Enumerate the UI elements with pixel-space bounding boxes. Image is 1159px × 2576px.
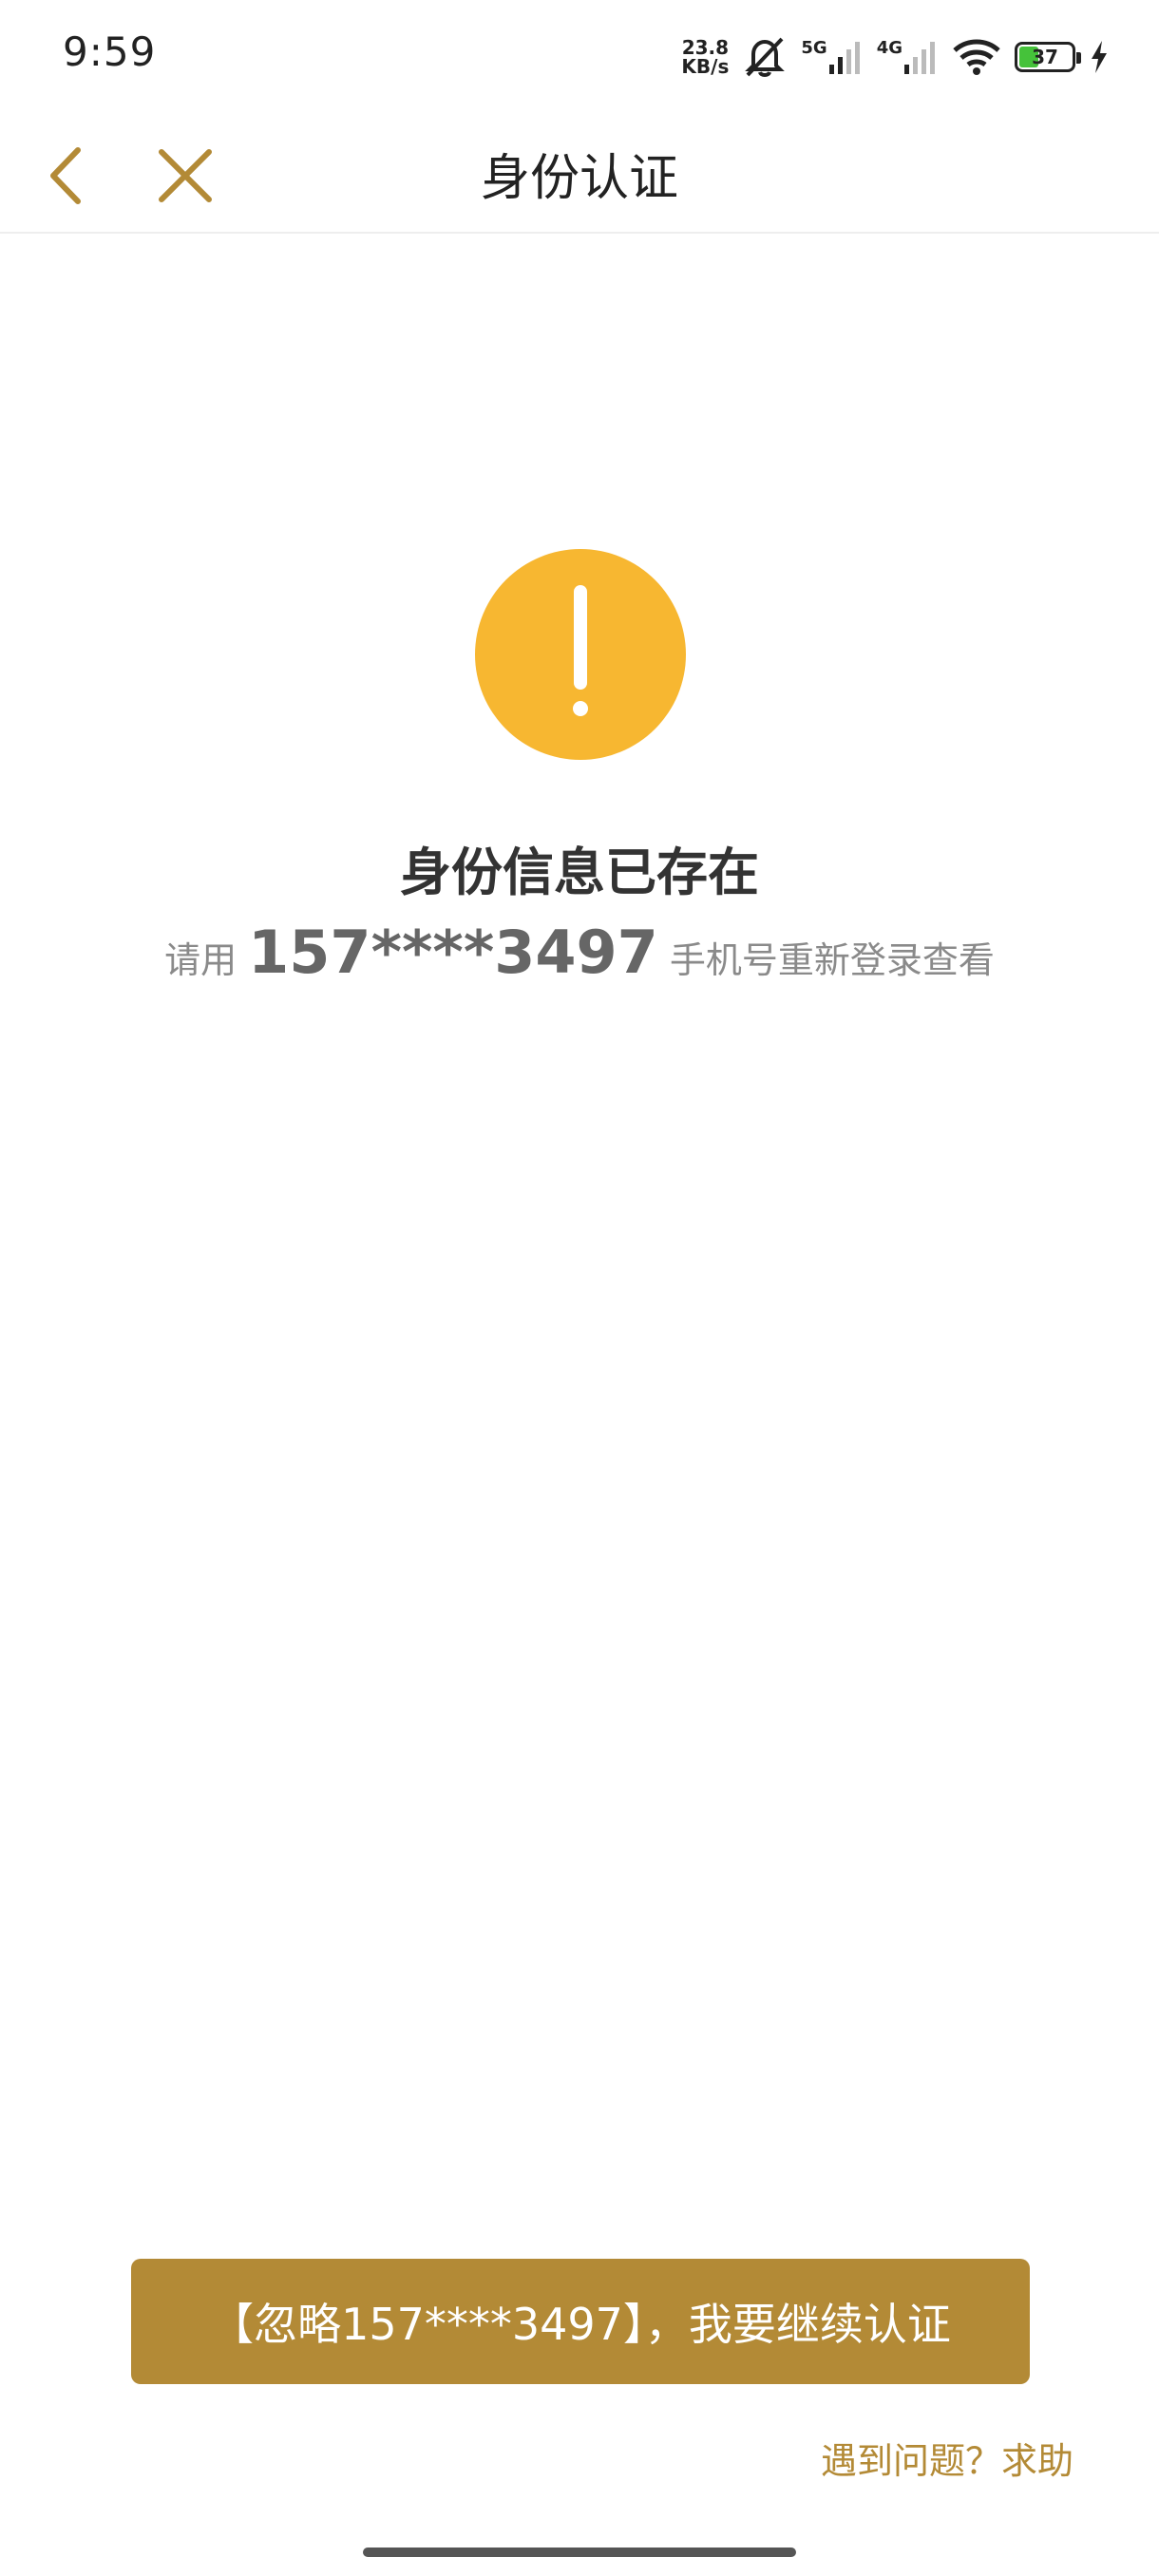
exclamation-bar — [574, 585, 587, 690]
battery-icon: 37 — [1015, 42, 1081, 72]
network-speed-value: 23.8 — [681, 36, 730, 59]
hint-phone-number: 157****3497 — [248, 918, 658, 987]
wifi-icon — [952, 38, 1001, 76]
status-time: 9:59 — [63, 28, 157, 75]
result-title: 身份信息已存在 — [400, 843, 759, 902]
page-title: 身份认证 — [480, 149, 678, 207]
mute-bell-icon — [742, 35, 788, 79]
charging-icon — [1089, 40, 1110, 74]
signal-4g-icon: 4G — [877, 38, 939, 76]
hint-prefix: 请用 — [164, 939, 238, 981]
battery-level: 37 — [1032, 46, 1058, 68]
home-indicator[interactable] — [363, 2548, 796, 2557]
status-bar: 9:59 23.8 KB/s 5G 4G 37 — [0, 0, 1159, 114]
hint-suffix: 手机号重新登录查看 — [669, 939, 995, 981]
header: 身份认证 — [0, 114, 1159, 234]
continue-verification-button[interactable]: 【忽略157****3497】，我要继续认证 — [131, 2259, 1030, 2384]
network-speed: 23.8 KB/s — [681, 38, 729, 76]
exclamation-circle-icon — [475, 549, 686, 760]
screen: 9:59 23.8 KB/s 5G 4G 37 身份认证 身份信息已存在 请用 … — [0, 0, 1159, 2576]
signal-5g-label: 5G — [801, 38, 827, 58]
signal-4g-label: 4G — [876, 38, 902, 58]
help-link[interactable]: 遇到问题？求助 — [821, 2432, 1074, 2484]
exclamation-dot — [573, 701, 588, 716]
network-speed-unit: KB/s — [681, 55, 730, 78]
result-hint: 请用 157****3497 手机号重新登录查看 — [0, 918, 1159, 987]
signal-5g-icon: 5G — [801, 38, 863, 76]
status-icons: 23.8 KB/s 5G 4G 37 — [681, 28, 1110, 85]
